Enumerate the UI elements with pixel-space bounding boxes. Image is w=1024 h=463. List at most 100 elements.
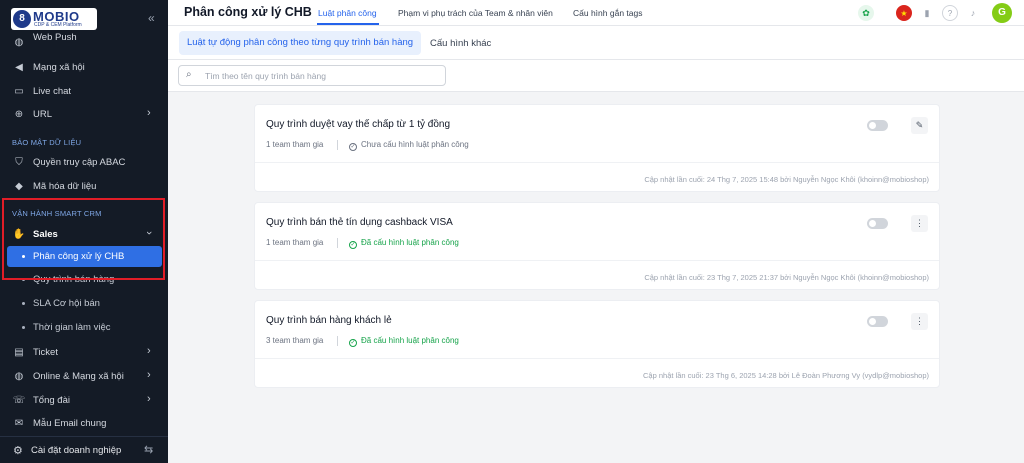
sidebar-item-label: Online & Mạng xã hội <box>33 371 124 382</box>
team-count: 1 team tham gia <box>266 238 324 247</box>
sidebar-subitem-sla[interactable]: SLA Cơ hội bán <box>0 294 168 314</box>
sidebar-item-label: Ticket <box>33 347 58 358</box>
search-icon: ⌕ <box>186 69 192 80</box>
section-title-security: BẢO MẬT DỮ LIỆU <box>12 138 82 147</box>
sidebar-item-abac[interactable]: ⛉ Quyền truy cập ABAC <box>0 152 168 174</box>
subtab-auto-assignment[interactable]: Luật tự động phân công theo từng quy trì… <box>179 31 421 55</box>
language-flag-icon[interactable]: ★ <box>896 5 912 21</box>
sidebar-item-social[interactable]: ◀ Mạng xã hội <box>0 57 168 79</box>
last-updated: Cập nhật lần cuối: 24 Thg 7, 2025 15:48 … <box>644 175 929 184</box>
bullet-icon <box>22 326 25 329</box>
sidebar-subitem-working-time[interactable]: Thời gian làm việc <box>0 318 168 338</box>
chat-icon: ▭ <box>14 85 24 97</box>
globe-icon: ◍ <box>14 370 24 382</box>
tab-tag-config[interactable]: Cấu hình gắn tags <box>573 8 642 18</box>
sidebar-subitem-label: SLA Cơ hội bán <box>33 298 100 309</box>
sidebar-footer[interactable]: ⚙ Cài đặt doanh nghiệp ⇆ <box>0 436 168 463</box>
sidebar-subitem-label: Thời gian làm việc <box>33 322 111 333</box>
check-circle-icon: ✓ <box>349 241 357 249</box>
chevron-right-icon: › <box>147 345 151 357</box>
search-input[interactable] <box>205 68 435 83</box>
chevron-right-icon: › <box>147 369 151 381</box>
shield-icon: ⛉ <box>15 156 23 168</box>
highlight-box <box>2 198 165 280</box>
config-status-text: Đã cấu hình luật phân công <box>361 336 459 345</box>
separator <box>337 140 338 150</box>
app-icon[interactable]: ✿ <box>858 5 874 21</box>
search-box: ⌕ <box>178 65 446 86</box>
sidebar-item-call-center[interactable]: ☏ Tổng đài › <box>0 390 168 412</box>
sidebar-item-label: Mã hóa dữ liệu <box>33 181 97 192</box>
sidebar-item-label: Quyền truy cập ABAC <box>33 157 126 168</box>
sidebar-item-url[interactable]: ⊕ URL › <box>0 104 168 126</box>
process-title: Quy trình bán hàng khách lẻ <box>266 315 392 326</box>
link-icon: ⊕ <box>14 108 24 120</box>
config-status-text: Chưa cấu hình luật phân công <box>361 140 469 149</box>
swap-icon[interactable]: ⇆ <box>144 443 153 456</box>
phone-icon: ☏ <box>12 394 26 406</box>
check-circle-icon: ✓ <box>349 143 357 151</box>
logo-subtitle: CDP & CEM Platform <box>34 22 82 28</box>
bullet-icon <box>22 302 25 305</box>
chevron-right-icon: › <box>147 393 151 405</box>
sidebar-item-ticket[interactable]: ▤ Ticket › <box>0 342 168 364</box>
tab-team-scope[interactable]: Phạm vi phụ trách của Team & nhân viên <box>398 8 553 18</box>
collapse-sidebar-icon[interactable]: « <box>148 11 155 25</box>
divider <box>255 162 939 163</box>
help-icon[interactable]: ? <box>942 5 958 21</box>
sidebar-item-label: Mẫu Email chung <box>33 418 107 429</box>
divider <box>255 260 939 261</box>
last-updated: Cập nhật lần cuối: 23 Thg 7, 2025 21:37 … <box>644 273 929 282</box>
subtab-other-config[interactable]: Cấu hình khác <box>430 38 491 49</box>
sidebar: 8 MOBIO CDP & CEM Platform « ◍ Web Push … <box>0 0 168 463</box>
separator <box>337 336 338 346</box>
edit-icon[interactable]: ✎ <box>911 117 928 134</box>
sidebar-item-online-social[interactable]: ◍ Online & Mạng xã hội › <box>0 366 168 388</box>
more-icon[interactable]: ⋮ <box>911 313 928 330</box>
bell-icon[interactable]: ♪ <box>965 5 981 21</box>
enterprise-settings-label: Cài đặt doanh nghiệp <box>31 445 122 456</box>
process-title: Quy trình duyệt vay thế chấp từ 1 tỷ đồn… <box>266 119 451 130</box>
chevron-right-icon: › <box>147 107 151 119</box>
search-bar: ⌕ <box>168 60 1024 92</box>
process-card: Quy trình bán hàng khách lẻ ⋮ 3 team tha… <box>254 300 940 388</box>
logo-bar: 8 MOBIO CDP & CEM Platform « <box>0 0 168 34</box>
team-count: 3 team tham gia <box>266 336 324 345</box>
globe-icon: ◍ <box>14 36 24 48</box>
enable-toggle[interactable] <box>867 218 888 229</box>
logo[interactable]: 8 MOBIO CDP & CEM Platform <box>11 8 97 30</box>
sidebar-item-encryption[interactable]: ◆ Mã hóa dữ liệu <box>0 176 168 198</box>
book-icon[interactable]: ▮ <box>919 5 935 21</box>
separator <box>337 238 338 248</box>
divider <box>255 358 939 359</box>
gear-icon: ⚙ <box>13 445 23 457</box>
check-circle-icon: ✓ <box>349 339 357 347</box>
config-status: ✓ Đã cấu hình luật phân công <box>349 336 459 347</box>
process-card: Quy trình bán thẻ tín dụng cashback VISA… <box>254 202 940 290</box>
megaphone-icon: ◀ <box>15 61 23 73</box>
process-title: Quy trình bán thẻ tín dụng cashback VISA <box>266 217 453 228</box>
layers-icon: ◆ <box>15 180 23 192</box>
enable-toggle[interactable] <box>867 120 888 131</box>
config-status: ✓ Chưa cấu hình luật phân công <box>349 140 469 151</box>
sidebar-item-label: Live chat <box>33 86 72 97</box>
ticket-icon: ▤ <box>14 346 24 358</box>
config-status-text: Đã cấu hình luật phân công <box>361 238 459 247</box>
active-tab-indicator <box>317 23 379 25</box>
sidebar-item-label: Web Push <box>33 32 77 43</box>
logo-mark-icon: 8 <box>13 10 31 28</box>
sidebar-item-web-push[interactable]: ◍ Web Push <box>0 32 168 54</box>
config-status: ✓ Đã cấu hình luật phân công <box>349 238 459 249</box>
sidebar-item-label: URL <box>33 109 53 120</box>
sidebar-item-live-chat[interactable]: ▭ Live chat <box>0 81 168 103</box>
avatar[interactable]: G <box>992 3 1012 23</box>
mail-icon: ✉ <box>14 417 24 429</box>
subtabs-bar: Luật tự động phân công theo từng quy trì… <box>168 26 1024 60</box>
process-card: Quy trình duyệt vay thế chấp từ 1 tỷ đồn… <box>254 104 940 192</box>
sidebar-item-label: Tổng đài <box>33 395 70 406</box>
enable-toggle[interactable] <box>867 316 888 327</box>
top-header: Phân công xử lý CHB Luật phân công Phạm … <box>168 0 1024 26</box>
tab-assignment-rules[interactable]: Luật phân công <box>318 8 377 18</box>
more-icon[interactable]: ⋮ <box>911 215 928 232</box>
sidebar-item-email-template[interactable]: ✉ Mẫu Email chung <box>0 413 168 435</box>
